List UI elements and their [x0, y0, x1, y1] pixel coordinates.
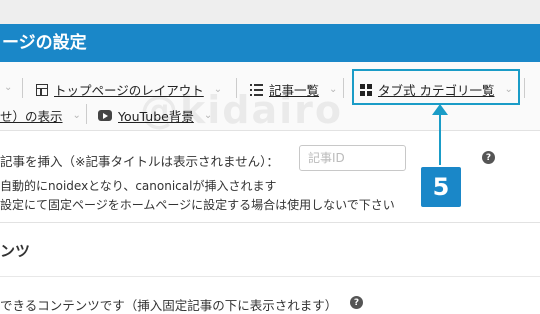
- noindex-note: 自動的にnoidexとなり、canonicalが挿入されます: [0, 179, 277, 193]
- chevron-down-icon: ⌄: [72, 110, 81, 121]
- section-description: できるコンテンツです（挿入固定記事の下に表示されます）: [0, 298, 338, 313]
- callout-line: [439, 112, 441, 172]
- homepage-warning-note: 設定にて固定ページをホームページに設定する場合は使用しないで下さい: [0, 198, 395, 212]
- tab-display-settings[interactable]: せ）の表示 ⌄: [0, 106, 81, 125]
- tab-divider: [524, 78, 525, 98]
- help-icon[interactable]: ?: [350, 296, 363, 309]
- section-divider: [0, 222, 540, 223]
- tab-divider: [343, 78, 344, 98]
- grid-icon: [360, 83, 372, 96]
- tab-divider: [86, 104, 87, 124]
- tab-label: せ）の表示: [0, 109, 63, 124]
- insert-article-label: 記事を挿入（※記事タイトルは表示されません）：: [0, 154, 279, 169]
- chevron-down-icon[interactable]: ⌄: [4, 82, 12, 93]
- section-title: ンツ: [0, 242, 31, 260]
- chevron-down-icon: ⌄: [504, 84, 513, 95]
- section-divider: [0, 276, 540, 277]
- page-title: ージの設定: [0, 24, 540, 62]
- tab-label: タブ式 カテゴリ一覧: [378, 83, 495, 98]
- tab-category-list[interactable]: タブ式 カテゴリ一覧 ⌄: [360, 80, 513, 99]
- youtube-icon: [98, 110, 112, 121]
- tab-divider: [22, 78, 23, 98]
- help-icon[interactable]: ?: [482, 151, 495, 164]
- callout-number-badge: 5: [421, 167, 461, 207]
- article-id-input[interactable]: [299, 145, 406, 171]
- layout-icon: [36, 83, 48, 96]
- watermark: @kidairo: [140, 88, 344, 132]
